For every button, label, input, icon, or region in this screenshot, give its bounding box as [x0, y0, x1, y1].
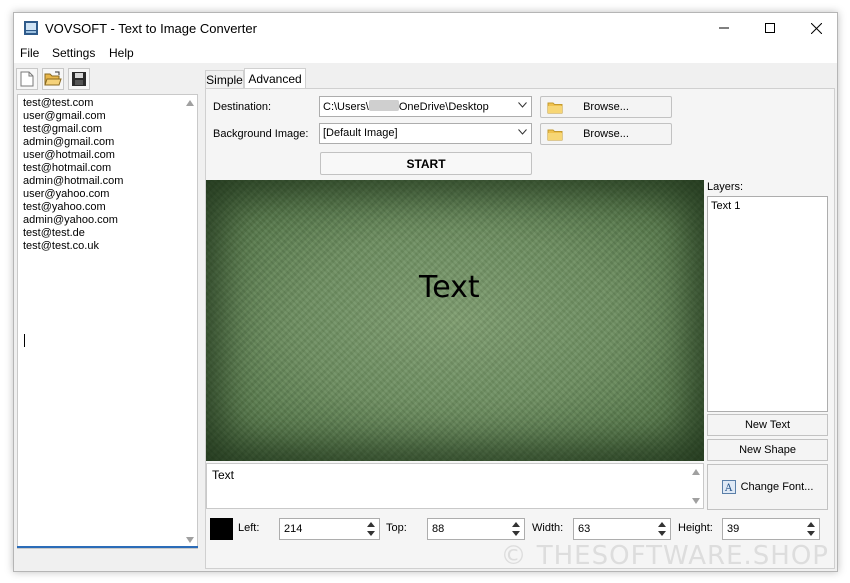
- menu-help[interactable]: Help: [109, 46, 134, 60]
- width-spinner[interactable]: 63: [573, 518, 671, 540]
- svg-text:A: A: [724, 483, 733, 494]
- email-line: test@yahoo.com: [23, 201, 106, 213]
- background-image-combo[interactable]: [Default Image]: [319, 123, 532, 144]
- spinner-arrows[interactable]: [805, 521, 817, 537]
- email-line: test@test.co.uk: [23, 240, 99, 252]
- height-spinner[interactable]: 39: [722, 518, 820, 540]
- left-spinner[interactable]: 214: [279, 518, 380, 540]
- change-font-button[interactable]: A Change Font...: [707, 464, 828, 510]
- top-spinner[interactable]: 88: [427, 518, 525, 540]
- new-shape-button[interactable]: New Shape: [707, 439, 828, 461]
- layer-text-input[interactable]: Text: [206, 463, 704, 509]
- minimize-button[interactable]: [701, 13, 747, 43]
- layer-text-value: Text: [212, 468, 235, 482]
- browse-label: Browse...: [583, 128, 629, 140]
- email-line: user@hotmail.com: [23, 149, 115, 161]
- destination-combo[interactable]: C:\Users\ OneDrive\Desktop: [319, 96, 532, 117]
- tab-simple[interactable]: Simple: [205, 70, 244, 88]
- height-value: 39: [727, 523, 740, 535]
- layers-label: Layers:: [707, 181, 744, 193]
- menu-bar: File Settings Help: [14, 43, 837, 63]
- window-title: VOVSOFT - Text to Image Converter: [45, 21, 257, 36]
- spinner-arrows[interactable]: [365, 521, 377, 537]
- text-caret: [24, 334, 25, 347]
- destination-suffix: OneDrive\Desktop: [398, 101, 489, 113]
- email-list-textarea[interactable]: test@test.com user@gmail.com test@gmail.co…: [17, 94, 198, 549]
- width-value: 63: [578, 523, 591, 535]
- save-button[interactable]: [68, 68, 90, 90]
- new-file-icon: [20, 71, 34, 87]
- destination-prefix: C:\Users\: [323, 101, 369, 113]
- toolbar: [14, 63, 204, 93]
- top-label: Top:: [386, 522, 407, 534]
- spinner-arrows[interactable]: [656, 521, 668, 537]
- folder-icon: [547, 129, 563, 141]
- email-line: test@test.com: [23, 97, 94, 109]
- chevron-down-icon: [518, 102, 527, 108]
- browse-label: Browse...: [583, 101, 629, 113]
- text-editor-scrollbar[interactable]: [689, 464, 703, 508]
- minimize-icon: [719, 27, 729, 29]
- menu-settings[interactable]: Settings: [52, 46, 95, 60]
- image-preview-canvas[interactable]: Text: [206, 180, 704, 461]
- start-button[interactable]: START: [320, 152, 532, 175]
- title-bar: VOVSOFT - Text to Image Converter: [14, 13, 837, 43]
- open-button[interactable]: [42, 68, 64, 90]
- email-lines: test@test.com user@gmail.com test@gmail.co…: [23, 97, 183, 253]
- new-text-button[interactable]: New Text: [707, 414, 828, 436]
- maximize-icon: [765, 23, 775, 33]
- width-label: Width:: [532, 522, 564, 534]
- save-disk-icon: [72, 72, 86, 86]
- app-window: VOVSOFT - Text to Image Converter File S…: [13, 12, 838, 572]
- watermark: © THESOFTWARE.SHOP: [500, 541, 829, 571]
- scroll-up-icon[interactable]: [186, 100, 194, 106]
- chevron-down-icon: [518, 129, 527, 135]
- email-line: admin@gmail.com: [23, 136, 115, 148]
- maximize-button[interactable]: [747, 13, 793, 43]
- canvas-vignette: [206, 180, 704, 461]
- left-value: 214: [284, 523, 303, 535]
- text-color-swatch[interactable]: [210, 518, 233, 540]
- email-list-scrollbar[interactable]: [183, 95, 197, 548]
- layers-list[interactable]: Text 1: [707, 196, 828, 412]
- scroll-up-icon[interactable]: [692, 469, 700, 475]
- spinner-arrows[interactable]: [510, 521, 522, 537]
- close-icon: [810, 22, 822, 34]
- email-line: admin@yahoo.com: [23, 214, 118, 226]
- height-label: Height:: [678, 522, 713, 534]
- scroll-down-icon[interactable]: [186, 537, 194, 543]
- email-line: test@gmail.com: [23, 123, 103, 135]
- redacted-username: [368, 100, 399, 111]
- email-line: user@gmail.com: [23, 110, 106, 122]
- background-image-value: [Default Image]: [323, 127, 398, 139]
- open-folder-icon: [44, 71, 62, 86]
- new-file-button[interactable]: [16, 68, 38, 90]
- folder-icon: [547, 102, 563, 114]
- email-line: user@yahoo.com: [23, 188, 110, 200]
- top-value: 88: [432, 523, 445, 535]
- menu-file[interactable]: File: [20, 46, 39, 60]
- font-icon: A: [721, 480, 736, 494]
- email-line: test@hotmail.com: [23, 162, 112, 174]
- app-icon: [23, 20, 39, 36]
- layer-item[interactable]: Text 1: [711, 200, 740, 212]
- email-line: admin@hotmail.com: [23, 175, 124, 187]
- browse-background-button[interactable]: Browse...: [540, 123, 672, 145]
- tab-advanced[interactable]: Advanced: [244, 68, 306, 88]
- close-button[interactable]: [793, 13, 837, 43]
- change-font-label: Change Font...: [740, 481, 814, 493]
- scroll-down-icon[interactable]: [692, 498, 700, 504]
- focus-underline: [17, 546, 198, 548]
- destination-label: Destination:: [213, 101, 272, 113]
- browse-destination-button[interactable]: Browse...: [540, 96, 672, 118]
- background-image-label: Background Image:: [213, 128, 309, 140]
- canvas-text-layer[interactable]: Text: [419, 270, 480, 305]
- email-line: test@test.de: [23, 227, 85, 239]
- left-label: Left:: [238, 522, 260, 534]
